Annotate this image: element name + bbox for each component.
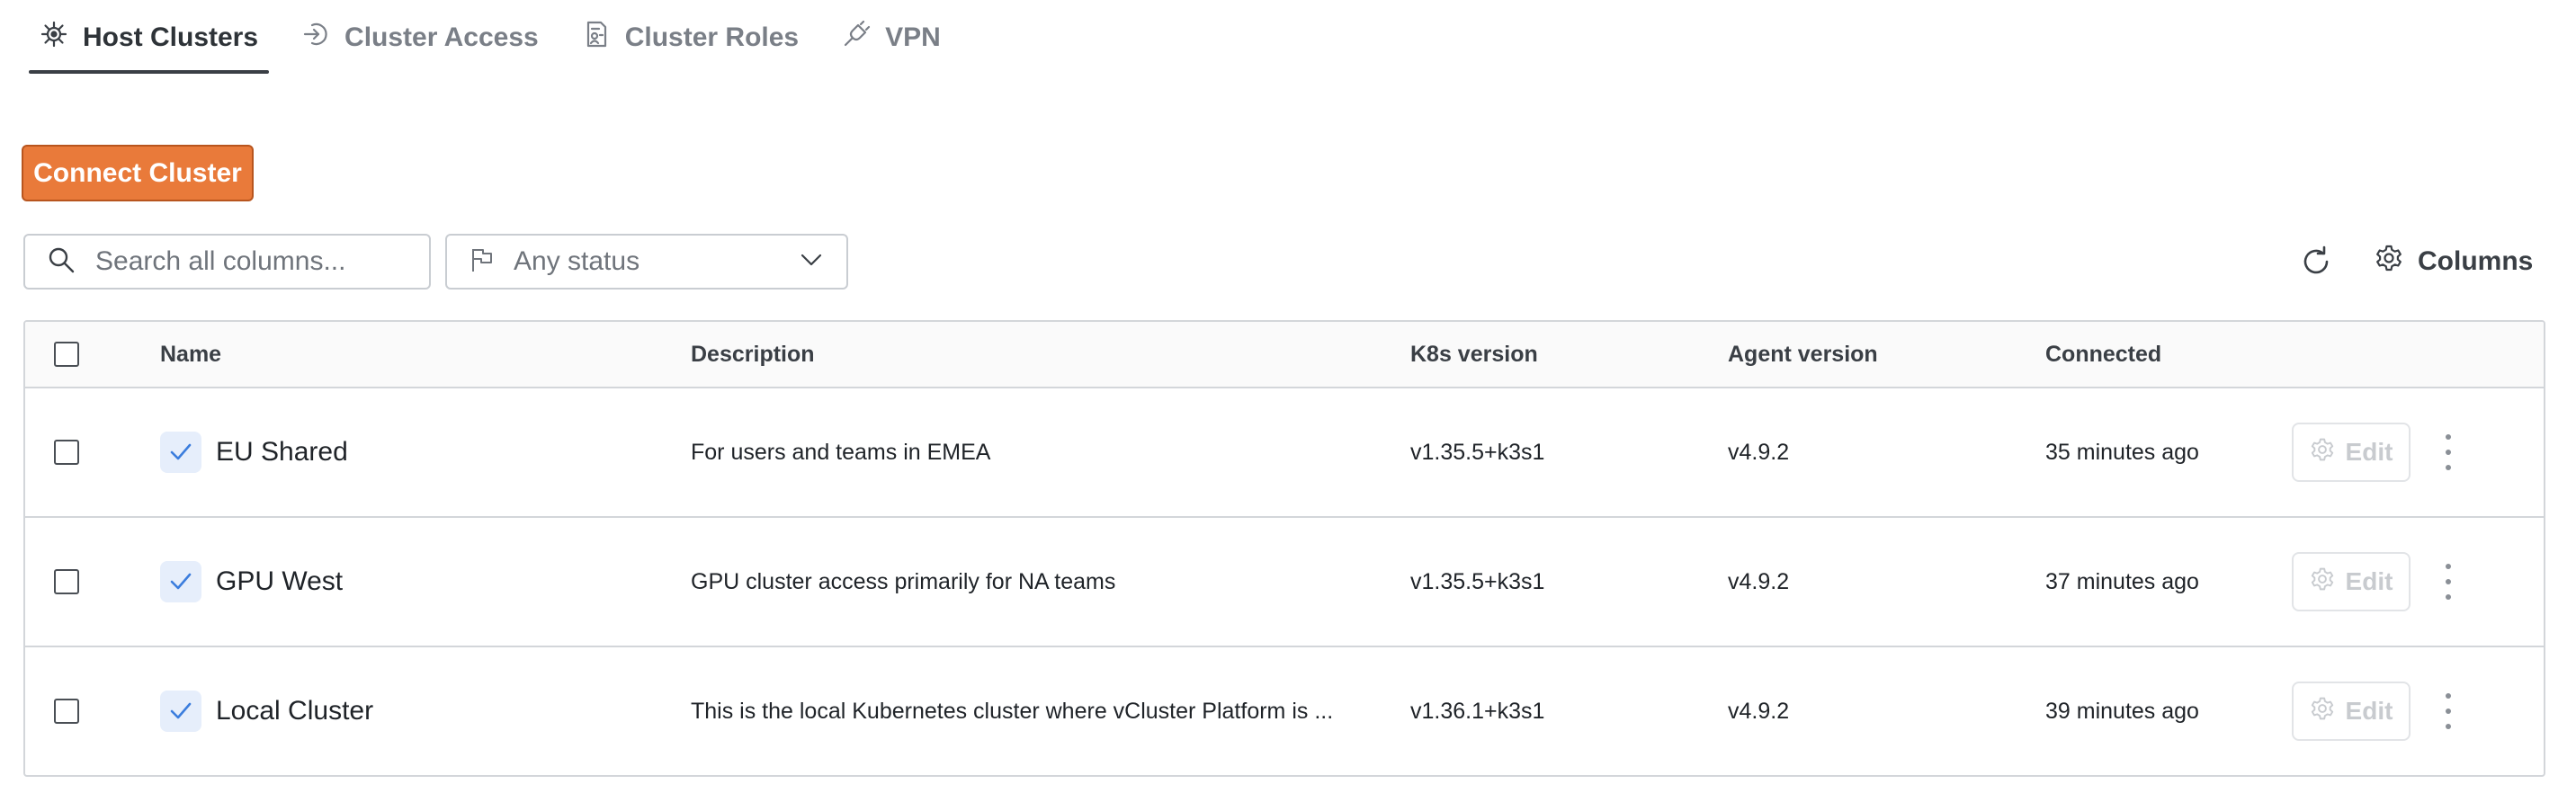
gear-icon — [2310, 566, 2335, 598]
gear-icon — [2375, 244, 2403, 280]
cluster-description: For users and teams in EMEA — [691, 439, 991, 465]
tab-label: Cluster Access — [344, 22, 539, 52]
gear-icon — [2310, 437, 2335, 468]
row-checkbox[interactable] — [54, 440, 79, 465]
agent-version: v4.9.2 — [1728, 568, 1790, 594]
table-header: Name Description K8s version Agent versi… — [25, 322, 2544, 388]
edit-button[interactable]: Edit — [2292, 552, 2411, 611]
tab-cluster-roles[interactable]: Cluster Roles — [571, 0, 809, 76]
edit-label: Edit — [2345, 438, 2393, 466]
k8s-version: v1.35.5+k3s1 — [1410, 439, 1545, 465]
edit-button[interactable]: Edit — [2292, 423, 2411, 482]
tab-vpn[interactable]: VPN — [831, 0, 952, 76]
flag-icon — [469, 246, 496, 278]
header-agent-version[interactable]: Agent version — [1728, 322, 1878, 387]
row-checkbox[interactable] — [54, 569, 79, 594]
more-options-icon[interactable] — [2439, 564, 2457, 600]
tab-label: VPN — [885, 22, 941, 52]
select-all-checkbox[interactable] — [54, 342, 79, 367]
search-icon — [47, 245, 76, 279]
agent-version: v4.9.2 — [1728, 698, 1790, 724]
gear-icon — [2310, 696, 2335, 727]
tab-bar: Host Clusters Cluster Access Cluster Rol… — [29, 0, 973, 76]
tab-cluster-access[interactable]: Cluster Access — [291, 0, 550, 76]
more-options-icon[interactable] — [2439, 693, 2457, 729]
connected-check-icon — [160, 561, 201, 602]
cluster-name-link[interactable]: GPU West — [216, 566, 343, 597]
connect-cluster-button[interactable]: Connect Cluster — [22, 145, 254, 201]
header-description[interactable]: Description — [691, 322, 815, 387]
header-k8s-version[interactable]: K8s version — [1410, 322, 1538, 387]
sign-in-icon — [301, 20, 330, 56]
status-filter-select[interactable]: Any status — [445, 234, 848, 290]
helm-icon — [40, 20, 68, 56]
cluster-name-link[interactable]: Local Cluster — [216, 696, 373, 726]
columns-button[interactable]: Columns — [2375, 237, 2533, 286]
connected-time: 37 minutes ago — [2045, 568, 2199, 594]
k8s-version: v1.36.1+k3s1 — [1410, 698, 1545, 724]
edit-label: Edit — [2345, 567, 2393, 595]
role-document-icon — [582, 20, 611, 56]
columns-label: Columns — [2418, 246, 2534, 276]
cluster-name-link[interactable]: EU Shared — [216, 437, 348, 468]
connected-check-icon — [160, 432, 201, 473]
search-box — [23, 234, 431, 290]
row-checkbox[interactable] — [54, 699, 79, 724]
chevron-down-icon — [798, 246, 825, 278]
refresh-button[interactable] — [2299, 245, 2333, 279]
connected-time: 35 minutes ago — [2045, 439, 2199, 465]
clusters-table: Name Description K8s version Agent versi… — [23, 320, 2545, 777]
refresh-icon — [2299, 245, 2333, 282]
table-row[interactable]: Local Cluster This is the local Kubernet… — [25, 647, 2544, 775]
status-filter-value: Any status — [514, 246, 640, 276]
cluster-description: GPU cluster access primarily for NA team… — [691, 568, 1116, 594]
table-row[interactable]: GPU West GPU cluster access primarily fo… — [25, 518, 2544, 647]
header-connected[interactable]: Connected — [2045, 322, 2161, 387]
cluster-description: This is the local Kubernetes cluster whe… — [691, 698, 1334, 724]
host-clusters-page: Host Clusters Cluster Access Cluster Rol… — [0, 0, 2576, 811]
tab-label: Host Clusters — [83, 22, 259, 52]
connected-time: 39 minutes ago — [2045, 698, 2199, 724]
connected-check-icon — [160, 691, 201, 732]
table-row[interactable]: EU Shared For users and teams in EMEA v1… — [25, 388, 2544, 518]
tab-label: Cluster Roles — [624, 22, 800, 52]
more-options-icon[interactable] — [2439, 434, 2457, 470]
header-name[interactable]: Name — [160, 322, 221, 387]
plug-icon — [842, 20, 871, 56]
k8s-version: v1.35.5+k3s1 — [1410, 568, 1545, 594]
agent-version: v4.9.2 — [1728, 439, 1790, 465]
tab-host-clusters[interactable]: Host Clusters — [29, 0, 270, 76]
edit-label: Edit — [2345, 697, 2393, 725]
search-input[interactable] — [94, 245, 421, 278]
edit-button[interactable]: Edit — [2292, 682, 2411, 741]
